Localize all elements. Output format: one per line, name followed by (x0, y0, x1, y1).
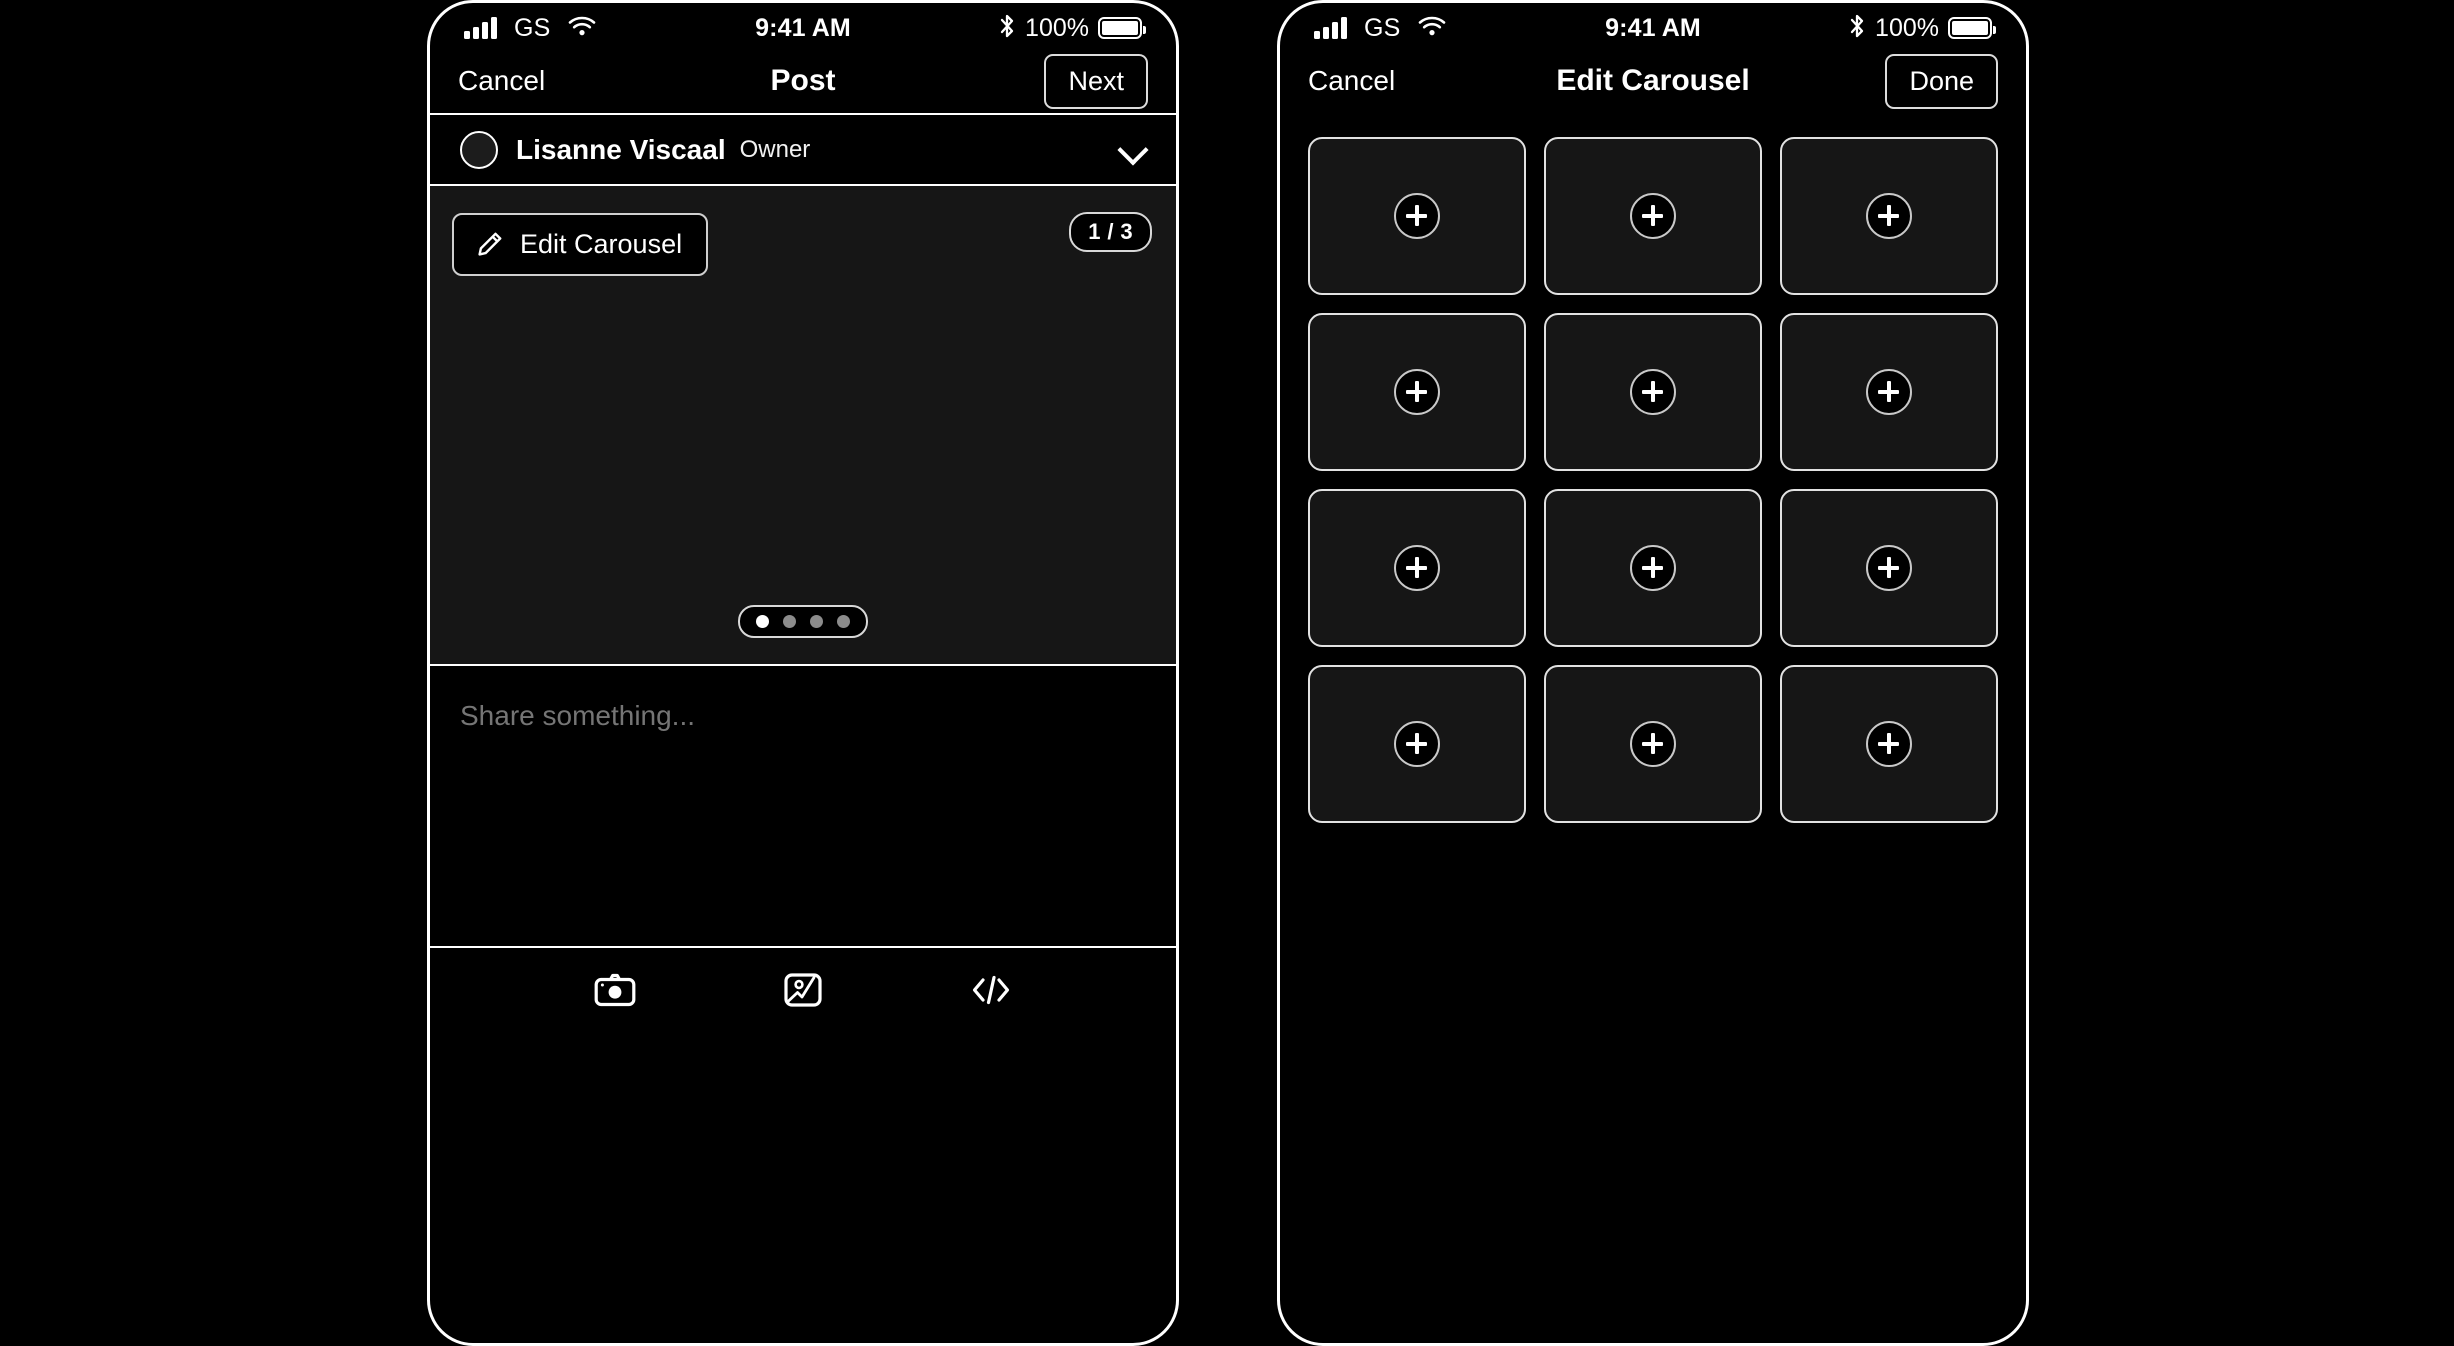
status-bar-left: GS (464, 14, 596, 43)
plus-circle-icon (1630, 369, 1676, 415)
status-bar: GS 9:41 AM 100% (1280, 3, 2026, 49)
plus-circle-icon (1866, 193, 1912, 239)
plus-circle-icon (1630, 721, 1676, 767)
status-bar-right: 100% (998, 13, 1146, 44)
page-dot[interactable] (756, 615, 769, 628)
plus-circle-icon (1866, 545, 1912, 591)
plus-circle-icon (1394, 721, 1440, 767)
carrier-label: GS (1364, 13, 1401, 42)
plus-circle-icon (1394, 545, 1440, 591)
edit-carousel-label: Edit Carousel (520, 229, 683, 259)
photo-icon (783, 970, 823, 1013)
carousel-tile[interactable] (1780, 137, 1998, 295)
battery-full-icon (1098, 17, 1146, 39)
status-bar: GS 9:41 AM 100% (430, 3, 1176, 49)
carousel-tile[interactable] (1780, 313, 1998, 471)
author-role: Owner (739, 135, 811, 163)
carousel-tile[interactable] (1780, 665, 1998, 823)
status-bar-right: 100% (1848, 13, 1996, 44)
wifi-icon (1418, 15, 1446, 42)
carousel-tile[interactable] (1544, 489, 1762, 647)
composer-toolbar (430, 946, 1176, 1034)
carousel-tile[interactable] (1308, 489, 1526, 647)
bluetooth-icon (998, 13, 1016, 44)
carousel-tile[interactable] (1544, 137, 1762, 295)
plus-circle-icon (1866, 721, 1912, 767)
carousel-tile[interactable] (1308, 313, 1526, 471)
plus-circle-icon (1630, 193, 1676, 239)
edit-carousel-button[interactable]: Edit Carousel (452, 213, 709, 276)
code-icon (969, 973, 1013, 1010)
cellular-signal-icon (1314, 17, 1347, 39)
cancel-button[interactable]: Cancel (458, 65, 545, 97)
camera-icon (594, 972, 636, 1011)
carousel-nav-bar: Cancel Edit Carousel Done (1280, 49, 2026, 113)
plus-circle-icon (1630, 545, 1676, 591)
page-dot[interactable] (810, 615, 823, 628)
author-selector-row[interactable]: Lisanne Viscaal Owner (430, 113, 1176, 186)
battery-percent: 100% (1025, 13, 1089, 42)
embed-code-button[interactable] (970, 970, 1012, 1012)
plus-circle-icon (1394, 193, 1440, 239)
carrier-label: GS (514, 13, 551, 42)
plus-circle-icon (1866, 369, 1912, 415)
carousel-page-badge: 1 / 3 (1069, 212, 1152, 252)
media-preview-area[interactable]: Edit Carousel 1 / 3 (430, 186, 1176, 666)
page-dot[interactable] (783, 615, 796, 628)
camera-button[interactable] (594, 970, 636, 1012)
phone-frame-edit-carousel: GS 9:41 AM 100% Cancel Edit Carousel Don… (1277, 0, 2029, 1346)
cellular-signal-icon (464, 17, 497, 39)
post-nav-bar: Cancel Post Next (430, 49, 1176, 113)
composer-area[interactable] (430, 666, 1176, 946)
wifi-icon (568, 15, 596, 42)
chevron-down-icon[interactable] (1120, 137, 1146, 163)
carousel-tile[interactable] (1780, 489, 1998, 647)
battery-full-icon (1948, 17, 1996, 39)
author-name: Lisanne Viscaal (516, 133, 726, 165)
carousel-tile-grid (1308, 137, 1998, 823)
avatar (460, 130, 498, 169)
page-dot[interactable] (837, 615, 850, 628)
next-button[interactable]: Next (1044, 53, 1148, 109)
carousel-tile[interactable] (1308, 665, 1526, 823)
carousel-tile[interactable] (1544, 313, 1762, 471)
phone-frame-post: GS 9:41 AM 100% Cancel Post Next Lisanne… (427, 0, 1179, 1346)
carousel-tile[interactable] (1308, 137, 1526, 295)
battery-percent: 100% (1875, 13, 1939, 42)
done-button[interactable]: Done (1885, 53, 1998, 109)
photo-library-button[interactable] (782, 970, 824, 1012)
bluetooth-icon (1848, 13, 1866, 44)
composer-input[interactable] (460, 700, 1146, 732)
pencil-icon (474, 230, 504, 260)
cancel-button[interactable]: Cancel (1308, 65, 1395, 97)
status-bar-left: GS (1314, 14, 1446, 43)
carousel-grid-screen (1280, 113, 2026, 823)
plus-circle-icon (1394, 369, 1440, 415)
carousel-tile[interactable] (1544, 665, 1762, 823)
carousel-page-dots[interactable] (738, 605, 868, 638)
